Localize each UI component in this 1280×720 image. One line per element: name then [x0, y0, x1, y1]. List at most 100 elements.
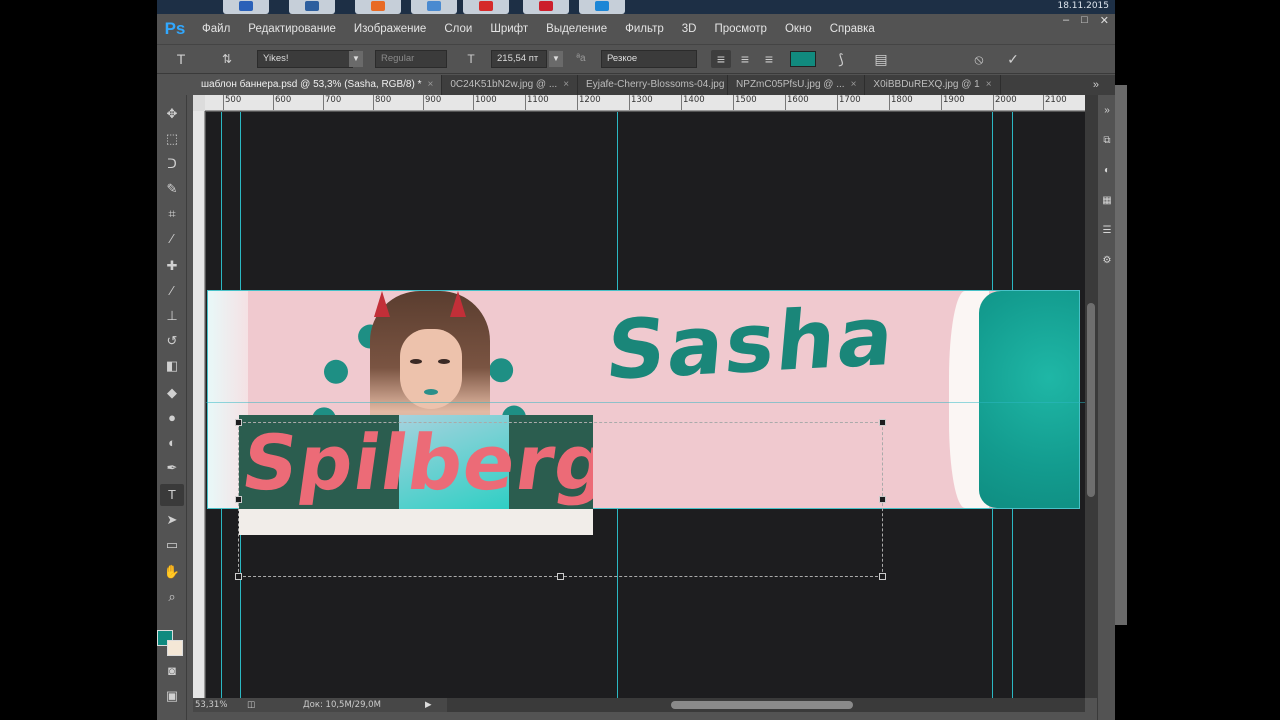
taskbar-app-1[interactable] [223, 0, 269, 14]
horizontal-ruler[interactable]: 500 600 700 800 900 1000 1100 1200 1300 … [205, 95, 1085, 111]
brush-tool-icon[interactable]: ∕ [160, 280, 184, 302]
taskbar-app-5[interactable] [463, 0, 509, 14]
taskbar-app-6[interactable] [523, 0, 569, 14]
status-export-icon[interactable]: ◫ [247, 698, 255, 712]
eraser-tool-icon[interactable]: ◧ [160, 355, 184, 377]
menu-file[interactable]: Файл [193, 14, 239, 44]
hand-tool-icon[interactable]: ✋ [160, 561, 184, 583]
font-size-field[interactable]: 215,54 пт [491, 50, 547, 68]
menu-3d[interactable]: 3D [673, 14, 706, 44]
menu-window[interactable]: Окно [776, 14, 821, 44]
tab-document-4[interactable]: NPZmC05PfsU.jpg @ ... × [728, 75, 866, 95]
move-tool-icon[interactable]: ✥ [160, 103, 184, 125]
text-color-swatch[interactable] [790, 51, 816, 67]
healing-brush-icon[interactable]: ✚ [160, 255, 184, 277]
crop-tool-icon[interactable]: ⌗ [160, 203, 184, 225]
font-family-select[interactable]: Yikes! [257, 50, 353, 68]
sasha-text-layer[interactable]: Sasha [602, 291, 899, 399]
path-select-icon[interactable]: ➤ [160, 509, 184, 531]
menu-help[interactable]: Справка [821, 14, 884, 44]
vertical-ruler[interactable] [193, 111, 205, 698]
chevron-down-icon[interactable]: ▼ [349, 51, 363, 67]
cancel-icon[interactable]: ⦸ [969, 50, 989, 68]
zoom-tool-icon[interactable]: ⌕ [160, 586, 184, 608]
horizontal-scroll-thumb[interactable] [671, 701, 853, 709]
antialias-select[interactable]: Резкое [601, 50, 697, 68]
tab-document-2[interactable]: 0C24K51bN2w.jpg @ ... × [442, 75, 579, 95]
close-tab-icon[interactable]: × [427, 79, 433, 90]
close-button[interactable]: ✕ [1100, 14, 1109, 27]
character-panel-icon[interactable]: ▤ [871, 50, 891, 68]
transform-handle[interactable] [879, 496, 886, 503]
ruler-tick: 1700 [837, 95, 861, 110]
text-orientation-icon[interactable]: ⇅ [217, 50, 237, 68]
lasso-tool-icon[interactable]: ᑐ [160, 153, 184, 175]
vertical-scroll-thumb[interactable] [1087, 303, 1095, 497]
text-bounding-box[interactable] [235, 419, 886, 580]
align-center-icon[interactable]: ≡ [735, 50, 755, 68]
dodge-tool-icon[interactable]: ◐ [160, 432, 184, 454]
adjustments-panel-icon[interactable]: ◐ [1101, 165, 1113, 177]
transform-handle[interactable] [235, 419, 242, 426]
menu-select[interactable]: Выделение [537, 14, 616, 44]
tab-document-5[interactable]: X0iBBDuREXQ.jpg @ 1 × [865, 75, 1001, 95]
channels-panel-icon[interactable]: ☰ [1101, 225, 1113, 237]
type-tool-preset-icon[interactable]: T [171, 50, 191, 68]
clone-stamp-icon[interactable]: ⊥ [160, 305, 184, 327]
transform-handle[interactable] [557, 573, 564, 580]
taskbar-app-7[interactable] [579, 0, 625, 14]
marquee-tool-icon[interactable]: ⬚ [160, 128, 184, 150]
ruler-origin[interactable] [193, 95, 205, 111]
menu-type[interactable]: Шрифт [481, 14, 537, 44]
font-style-select[interactable]: Regular [375, 50, 447, 68]
minimize-button[interactable]: – [1063, 14, 1069, 27]
tab-document-3[interactable]: Eyjafe-Cherry-Blossoms-04.jpg× [578, 75, 729, 95]
commit-icon[interactable]: ✓ [1003, 50, 1023, 68]
history-panel-icon[interactable]: ⧉ [1101, 135, 1113, 147]
taskbar-app-4[interactable] [411, 0, 457, 14]
type-tool-icon[interactable]: T [160, 484, 184, 506]
transform-handle[interactable] [879, 573, 886, 580]
background-color-swatch[interactable] [167, 640, 183, 656]
tab-label: 0C24K51bN2w.jpg @ ... [450, 79, 558, 90]
tab-document-1[interactable]: шаблон баннера.psd @ 53,3% (Sasha, RGB/8… [193, 75, 443, 95]
pen-tool-icon[interactable]: ✒ [160, 457, 184, 479]
guide-line[interactable] [206, 402, 1085, 403]
maximize-button[interactable]: □ [1081, 14, 1088, 27]
layers-panel-icon[interactable]: ▦ [1101, 195, 1113, 207]
transform-handle[interactable] [235, 573, 242, 580]
transform-handle[interactable] [879, 419, 886, 426]
panel-collapse-icon[interactable]: » [1101, 105, 1113, 117]
zoom-level[interactable]: 53,31% [195, 698, 227, 712]
menu-view[interactable]: Просмотр [705, 14, 776, 44]
screen-mode-icon[interactable]: ▣ [160, 685, 184, 707]
history-brush-icon[interactable]: ↺ [160, 330, 184, 352]
close-tab-icon[interactable]: × [851, 79, 857, 90]
quick-select-tool-icon[interactable]: ✎ [160, 178, 184, 200]
taskbar-app-3[interactable] [355, 0, 401, 14]
close-tab-icon[interactable]: × [563, 79, 569, 90]
close-tab-icon[interactable]: × [986, 79, 992, 90]
more-tabs-icon[interactable]: » [1093, 75, 1099, 95]
transform-handle[interactable] [235, 496, 242, 503]
paint-bucket-icon[interactable]: ◆ [160, 382, 184, 404]
horizontal-scrollbar[interactable] [447, 698, 1085, 712]
quick-mask-icon[interactable]: ◙ [160, 660, 184, 682]
document-canvas[interactable]: Sasha Spilberg [206, 112, 1085, 698]
warp-text-icon[interactable]: ⟆ [831, 50, 851, 68]
vertical-scrollbar[interactable] [1085, 95, 1097, 698]
options-bar: T ⇅ Yikes! ▼ Regular T 215,54 пт ▼ ªa Ре… [157, 44, 1115, 74]
eyedropper-tool-icon[interactable]: ⁄ [160, 228, 184, 250]
menu-filter[interactable]: Фильтр [616, 14, 673, 44]
taskbar-app-2[interactable] [289, 0, 335, 14]
properties-panel-icon[interactable]: ⚙ [1101, 255, 1113, 267]
menu-image[interactable]: Изображение [345, 14, 435, 44]
chevron-down-icon[interactable]: ▼ [549, 51, 563, 67]
status-menu-arrow-icon[interactable]: ▶ [425, 698, 432, 712]
blur-tool-icon[interactable]: ● [160, 407, 184, 429]
align-right-icon[interactable]: ≡ [759, 50, 779, 68]
shape-tool-icon[interactable]: ▭ [160, 534, 184, 556]
menu-layers[interactable]: Слои [435, 14, 481, 44]
align-left-icon[interactable]: ≡ [711, 50, 731, 68]
menu-edit[interactable]: Редактирование [239, 14, 345, 44]
